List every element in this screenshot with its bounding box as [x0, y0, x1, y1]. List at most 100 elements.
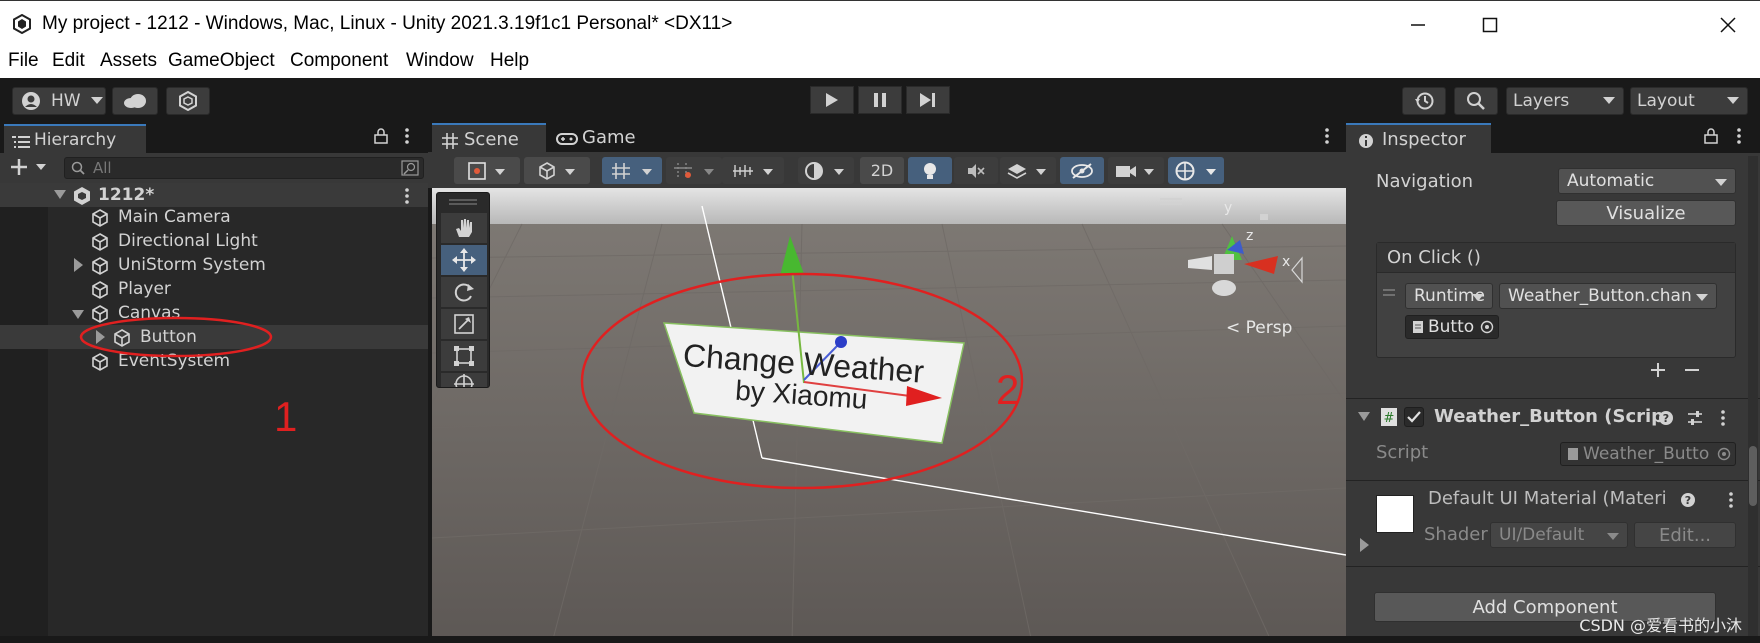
menu-window[interactable]: Window [406, 50, 474, 72]
inspector-scrollbar[interactable] [1748, 156, 1758, 636]
camera-dropdown[interactable] [1108, 157, 1164, 184]
chevron-down-icon [36, 164, 46, 170]
target-object-field[interactable]: Butto [1405, 315, 1499, 339]
minimize-button[interactable] [1398, 11, 1438, 39]
tree-item-eventsystem[interactable]: EventSystem [48, 349, 428, 373]
collab-button[interactable] [166, 87, 210, 115]
tree-item-canvas[interactable]: Canvas [48, 301, 428, 325]
tree-item-player[interactable]: Player [48, 277, 428, 301]
shader-value: UI/Default [1499, 525, 1585, 545]
history-button[interactable] [1402, 87, 1446, 115]
kebab-menu-icon[interactable] [1728, 491, 1734, 509]
kebab-menu-icon[interactable] [404, 127, 410, 145]
menu-component[interactable]: Component [290, 50, 388, 72]
pause-button[interactable] [858, 86, 902, 114]
help-icon[interactable]: ? [1658, 410, 1674, 426]
audio-toggle[interactable] [954, 157, 998, 184]
menu-gameobject[interactable]: GameObject [168, 50, 275, 72]
edit-shader-button: Edit... [1634, 522, 1736, 548]
mode-2d-toggle[interactable]: 2D [860, 157, 904, 184]
draw-mode-dropdown[interactable] [454, 157, 520, 184]
move-tool-button[interactable] [441, 245, 487, 275]
tab-hierarchy[interactable]: Hierarchy [4, 124, 146, 153]
collapse-down-icon[interactable] [1358, 412, 1370, 422]
add-event-icon[interactable] [1650, 362, 1666, 378]
help-icon[interactable]: ? [1680, 492, 1696, 508]
hierarchy-search-input[interactable]: All [64, 157, 424, 179]
expand-right-icon[interactable] [1360, 538, 1370, 552]
create-button[interactable] [10, 158, 50, 178]
scale-tool-button[interactable] [441, 309, 487, 339]
function-dropdown[interactable]: Weather_Button.chan [1499, 283, 1717, 309]
presets-icon[interactable] [1686, 410, 1704, 426]
render-mode-dropdown[interactable] [524, 157, 590, 184]
visibility-toggle[interactable] [1060, 157, 1104, 184]
kebab-menu-icon[interactable] [1720, 409, 1726, 427]
scene-root-row[interactable]: 1212* [48, 183, 428, 207]
shader-label: Shader [1424, 524, 1488, 545]
shading-dropdown[interactable] [798, 157, 854, 184]
visualize-button[interactable]: Visualize [1556, 200, 1736, 226]
history-icon [1415, 92, 1434, 110]
hand-tool-button[interactable] [441, 213, 487, 243]
tree-item-label: Button [140, 327, 197, 347]
layout-dropdown[interactable]: Layout [1630, 87, 1748, 115]
effects-dropdown[interactable] [1000, 157, 1056, 184]
tree-item-button[interactable]: Button [48, 325, 428, 349]
navigation-value: Automatic [1567, 171, 1655, 191]
projection-label[interactable]: < Persp [1226, 318, 1292, 338]
lock-icon[interactable] [1704, 128, 1718, 144]
chevron-down-icon [90, 97, 103, 104]
ruler-snap-dropdown[interactable] [722, 157, 784, 184]
scene-viewport[interactable]: Change Weather by Xiaomu 2 y z x < Persp [432, 188, 1346, 643]
close-window-button[interactable] [1708, 11, 1748, 39]
remove-event-icon[interactable] [1684, 362, 1700, 378]
tab-game[interactable]: Game [550, 123, 660, 152]
tree-item-directional-light[interactable]: Directional Light [48, 229, 428, 253]
kebab-menu-icon[interactable] [1736, 127, 1742, 145]
tab-inspector[interactable]: Inspector [1346, 123, 1491, 153]
minimize-icon [1411, 24, 1425, 26]
search-button[interactable] [1454, 87, 1498, 115]
menu-file[interactable]: File [8, 50, 39, 72]
layers-dropdown[interactable]: Layers [1506, 87, 1624, 115]
step-button[interactable] [906, 86, 950, 114]
expand-down-icon[interactable] [72, 310, 84, 324]
rect-tool-button[interactable] [441, 341, 487, 371]
component-enabled-checkbox[interactable] [1404, 407, 1424, 427]
lighting-toggle[interactable] [908, 157, 952, 184]
lock-icon[interactable] [374, 128, 388, 144]
tree-item-main-camera[interactable]: Main Camera [48, 205, 428, 229]
combined-transform-icon [454, 374, 474, 387]
menu-assets[interactable]: Assets [100, 50, 157, 72]
menu-help[interactable]: Help [490, 50, 529, 72]
kebab-menu-icon[interactable] [1324, 127, 1330, 145]
rotate-tool-button[interactable] [441, 277, 487, 307]
tab-scene[interactable]: Scene [432, 123, 546, 152]
navigation-dropdown[interactable]: Automatic [1558, 168, 1736, 194]
object-picker-icon[interactable] [1480, 320, 1494, 334]
play-button[interactable] [810, 86, 854, 114]
menu-edit[interactable]: Edit [52, 50, 85, 72]
expand-right-icon[interactable] [96, 330, 108, 344]
annotation-number-2: 2 [996, 366, 1020, 413]
cloud-button[interactable] [112, 87, 158, 115]
tree-item-unistorm-system[interactable]: UniStorm System [48, 253, 428, 277]
account-dropdown[interactable]: HW [12, 87, 106, 115]
edit-shader-label: Edit... [1658, 524, 1712, 546]
scrollbar-thumb[interactable] [1749, 446, 1757, 506]
restore-button[interactable] [1470, 11, 1510, 39]
shaded-cube-icon [539, 161, 575, 180]
gizmos-dropdown[interactable] [1168, 157, 1224, 184]
scene-search-icon[interactable] [401, 160, 419, 176]
increment-snap-dropdown[interactable] [666, 157, 722, 184]
runtime-dropdown[interactable]: Runtime [1405, 283, 1493, 309]
unity-scene-icon [74, 187, 90, 205]
search-icon [1467, 92, 1485, 110]
expand-down-icon[interactable] [54, 190, 66, 204]
hierarchy-tree: 1212* Main Camera Directional Light UniS… [0, 183, 428, 643]
expand-right-icon[interactable] [74, 258, 86, 272]
kebab-menu-icon[interactable] [404, 187, 410, 205]
grid-snap-toggle[interactable] [602, 157, 662, 184]
transform-tool-button[interactable] [441, 373, 487, 387]
